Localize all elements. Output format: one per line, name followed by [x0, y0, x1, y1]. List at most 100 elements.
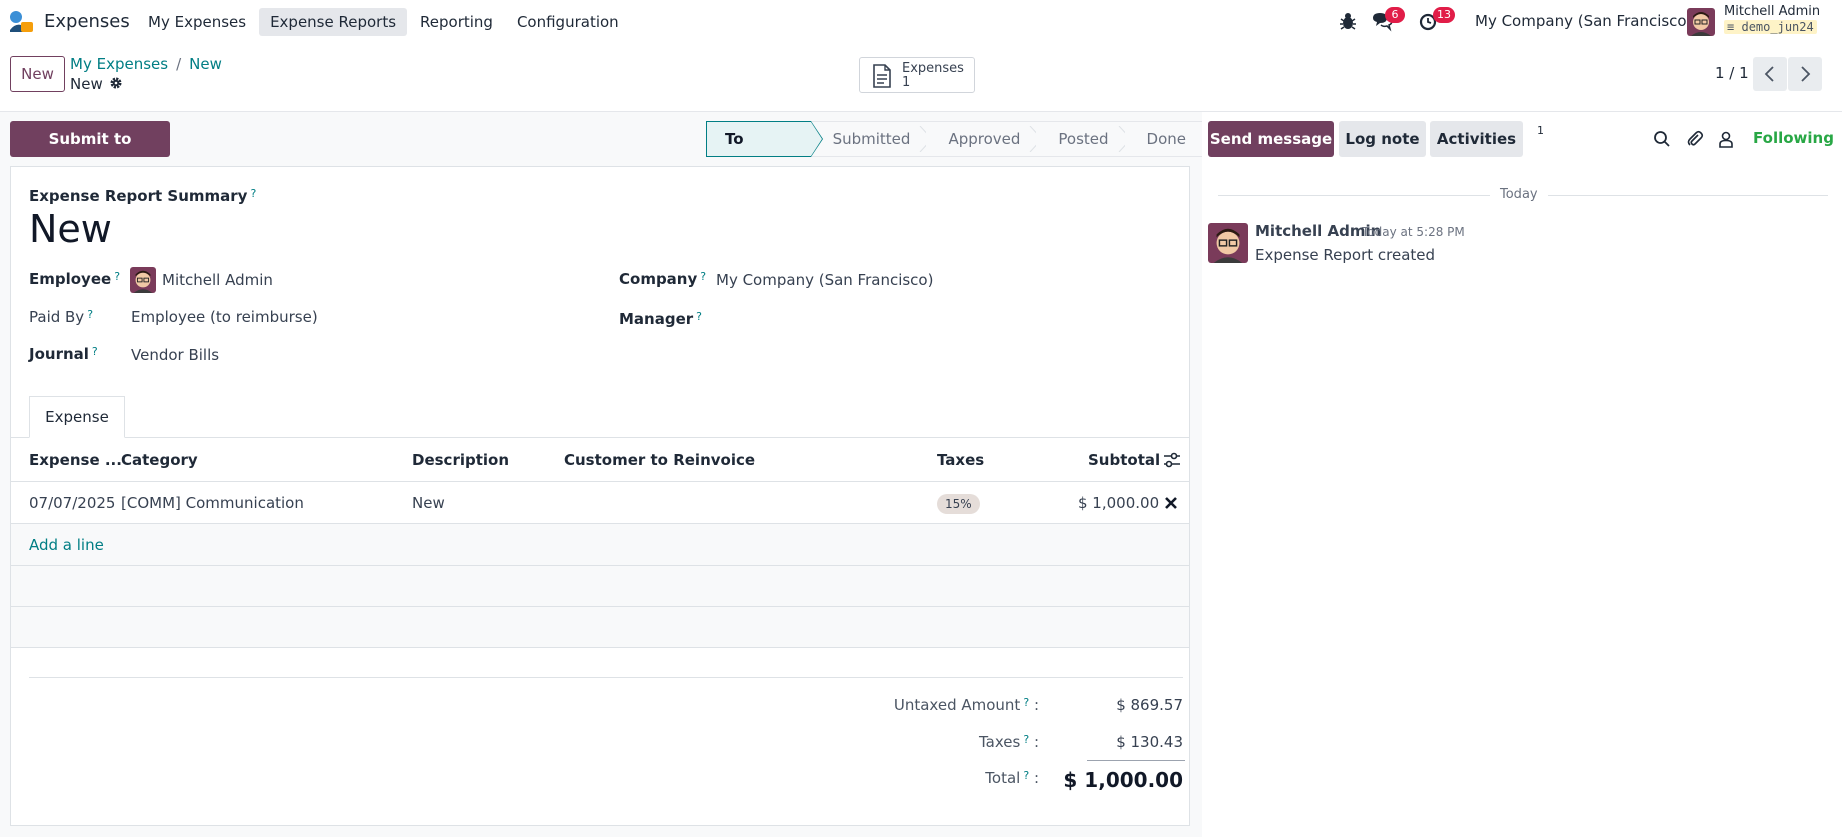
expenses-smart-button[interactable]: Expenses 1	[859, 57, 975, 93]
chevron-left-icon	[1764, 66, 1774, 82]
tab-expense[interactable]: Expense	[29, 396, 125, 438]
help-icon[interactable]: ?	[250, 187, 256, 200]
employee-avatar-image	[130, 267, 156, 293]
status-posted[interactable]: Posted	[1036, 121, 1132, 157]
column-customer-to-reinvoice[interactable]: Customer to Reinvoice	[564, 451, 755, 469]
add-line-row: Add a line	[11, 524, 1189, 566]
cell-subtotal[interactable]: $ 1,000.00	[1078, 494, 1159, 512]
control-panel: New My Expenses / New New Expenses 1 1 / 1	[0, 44, 1842, 112]
smart-button-value: 1	[902, 75, 911, 90]
total-divider	[1087, 760, 1185, 761]
log-note-button[interactable]: Log note	[1339, 121, 1426, 157]
report-title-input[interactable]: New	[29, 207, 112, 251]
journal-field[interactable]: Vendor Bills	[131, 346, 219, 364]
followers-count[interactable]: 1	[1537, 124, 1544, 137]
new-button[interactable]: New	[10, 56, 65, 92]
message-timestamp: Today at 5:28 PM	[1362, 225, 1465, 239]
app-name[interactable]: Expenses	[44, 11, 130, 32]
help-icon[interactable]: ?	[696, 310, 702, 323]
gear-icon[interactable]	[109, 76, 123, 90]
help-icon[interactable]: ?	[92, 345, 98, 358]
top-navbar: Expenses My Expenses Expense Reports Rep…	[0, 0, 1842, 44]
activities-systray[interactable]: 13	[1419, 7, 1455, 36]
taxes-value: $ 130.43	[1116, 733, 1183, 751]
main-menu: My Expenses Expense Reports Reporting Co…	[137, 8, 632, 36]
cell-date[interactable]: 07/07/2025	[29, 494, 115, 512]
activities-button[interactable]: Activities	[1430, 121, 1523, 157]
expenses-app-icon[interactable]	[8, 10, 34, 34]
breadcrumb-new[interactable]: New	[189, 55, 222, 73]
following-button[interactable]: Following	[1753, 129, 1834, 147]
untaxed-amount-label: Untaxed Amount? :	[893, 696, 1039, 714]
menu-my-expenses[interactable]: My Expenses	[137, 8, 257, 36]
table-row[interactable]: 07/07/2025 [COMM] Communication New 15% …	[11, 482, 1189, 524]
journal-label: Journal?	[29, 345, 98, 363]
column-subtotal[interactable]: Subtotal	[1088, 451, 1160, 469]
search-icon[interactable]	[1653, 130, 1671, 148]
user-avatar[interactable]	[1687, 8, 1715, 36]
help-icon[interactable]: ?	[87, 308, 93, 321]
paid-by-field[interactable]: Employee (to reimburse)	[131, 308, 318, 326]
company-switcher[interactable]: My Company (San Francisco)	[1475, 12, 1692, 30]
cell-category[interactable]: [COMM] Communication	[121, 494, 304, 512]
user-icon[interactable]	[1717, 130, 1735, 148]
breadcrumb-separator: /	[176, 55, 182, 73]
status-approved[interactable]: Approved	[926, 121, 1044, 157]
help-icon[interactable]: ?	[700, 270, 706, 283]
table-header: Expense ... Category Description Custome…	[11, 438, 1189, 482]
activities-badge: 13	[1433, 7, 1455, 23]
menu-reporting[interactable]: Reporting	[409, 8, 504, 36]
journal-label-text: Journal	[29, 345, 89, 363]
status-submitted[interactable]: Submitted	[810, 121, 934, 157]
message-body: Expense Report created	[1255, 246, 1436, 264]
breadcrumb-my-expenses[interactable]: My Expenses	[70, 55, 168, 73]
message-author-avatar[interactable]	[1208, 223, 1248, 263]
remove-line-icon[interactable]	[1164, 496, 1178, 510]
menu-configuration[interactable]: Configuration	[506, 8, 630, 36]
totals-divider	[29, 677, 1183, 678]
messages-badge: 6	[1385, 7, 1405, 23]
help-icon[interactable]: ?	[1023, 733, 1029, 746]
add-a-line-link[interactable]: Add a line	[29, 536, 104, 554]
help-icon[interactable]: ?	[1023, 769, 1029, 782]
help-icon[interactable]: ?	[1023, 696, 1029, 709]
taxes-label-text: Taxes	[978, 733, 1021, 751]
help-icon[interactable]: ?	[114, 270, 120, 283]
pager-next-button[interactable]	[1788, 57, 1822, 91]
status-submitted-label: Submitted	[832, 130, 911, 148]
menu-expense-reports[interactable]: Expense Reports	[259, 8, 408, 36]
user-name[interactable]: Mitchell Admin	[1724, 4, 1820, 19]
submit-to-manager-button[interactable]: Submit to Manager	[10, 121, 170, 184]
manager-label: Manager?	[619, 310, 702, 328]
manager-label-text: Manager	[619, 310, 694, 328]
send-message-button[interactable]: Send message	[1208, 121, 1334, 157]
total-value: $ 1,000.00	[1063, 768, 1183, 792]
column-settings-icon[interactable]	[1163, 452, 1181, 468]
cell-description[interactable]: New	[412, 494, 445, 512]
employee-field[interactable]: Mitchell Admin	[162, 271, 273, 289]
status-approved-label: Approved	[948, 130, 1021, 148]
company-field[interactable]: My Company (San Francisco)	[716, 271, 933, 289]
untaxed-amount-value: $ 869.57	[1116, 696, 1183, 714]
column-taxes[interactable]: Taxes	[937, 451, 984, 469]
tax-badge[interactable]: 15%	[937, 494, 980, 514]
bug-icon[interactable]	[1338, 8, 1358, 36]
employee-label: Employee?	[29, 270, 120, 288]
paperclip-icon[interactable]	[1686, 130, 1704, 148]
status-posted-label: Posted	[1058, 130, 1109, 148]
company-label-text: Company	[619, 270, 698, 288]
manager-field[interactable]	[716, 310, 1166, 330]
pager-previous-button[interactable]	[1753, 57, 1787, 91]
pager-value[interactable]: 1 / 1	[1715, 64, 1749, 82]
column-category[interactable]: Category	[121, 451, 198, 469]
statusbar: To Submit Submitted Approved Posted Done	[706, 121, 1202, 182]
total-label: Total? :	[985, 769, 1039, 787]
column-description[interactable]: Description	[412, 451, 509, 469]
status-done[interactable]: Done	[1124, 121, 1202, 157]
taxes-label: Taxes? :	[978, 733, 1039, 751]
database-name: ≡ demo_jun24	[1724, 20, 1817, 34]
status-to-submit[interactable]: To Submit	[706, 121, 823, 182]
column-expense-date[interactable]: Expense ...	[29, 451, 122, 469]
summary-label: Expense Report Summary?	[29, 187, 256, 205]
messages-systray[interactable]: 6	[1371, 7, 1405, 36]
